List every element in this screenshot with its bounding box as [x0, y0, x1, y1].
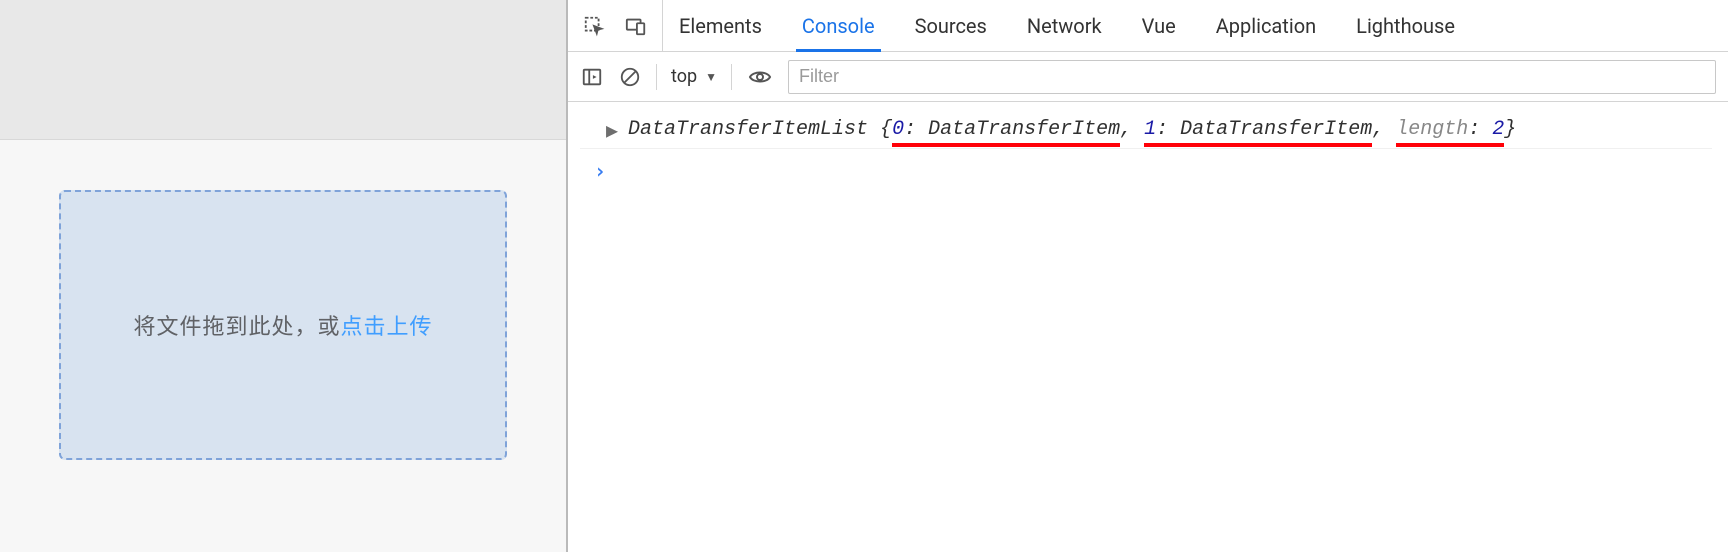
upload-text-before: 将文件拖到此处，或 [133, 315, 340, 340]
console-log-row[interactable]: ▶ DataTransferItemList {0: DataTransferI… [580, 112, 1712, 149]
upload-dropzone[interactable]: 将文件拖到此处，或点击上传 [59, 190, 507, 460]
inspect-element-icon[interactable] [582, 14, 606, 38]
context-selector[interactable]: top ▼ [671, 66, 717, 87]
tab-application[interactable]: Application [1216, 0, 1316, 51]
chevron-down-icon: ▼ [705, 70, 717, 84]
tab-sources[interactable]: Sources [915, 0, 987, 51]
devtools-pane: Elements Console Sources Network Vue App… [568, 0, 1728, 552]
expand-arrow-icon[interactable]: ▶ [606, 118, 620, 144]
devtools-tabs-icons [568, 0, 663, 51]
live-expression-icon[interactable] [746, 63, 774, 91]
console-prompt[interactable]: › [580, 149, 1712, 183]
tab-console[interactable]: Console [802, 0, 875, 51]
context-selector-label: top [671, 66, 697, 87]
toggle-console-sidebar-icon[interactable] [580, 65, 604, 89]
page-left-pane: 将文件拖到此处，或点击上传 [0, 0, 568, 552]
toolbar-separator [656, 64, 657, 90]
log-class-name: DataTransferItemList [628, 118, 868, 141]
log-entry-1: 1: DataTransferItem [1144, 118, 1372, 147]
log-entry-0: 0: DataTransferItem [892, 118, 1120, 147]
toolbar-separator [731, 64, 732, 90]
tab-network[interactable]: Network [1027, 0, 1102, 51]
console-toolbar: top ▼ [568, 52, 1728, 102]
console-body: ▶ DataTransferItemList {0: DataTransferI… [568, 102, 1728, 552]
devtools-tabs-row: Elements Console Sources Network Vue App… [568, 0, 1728, 52]
upload-text: 将文件拖到此处，或点击上传 [133, 309, 432, 341]
upload-area-wrap: 将文件拖到此处，或点击上传 [0, 140, 566, 460]
log-length: length: 2 [1396, 118, 1504, 147]
filter-input[interactable] [788, 60, 1716, 94]
tab-vue[interactable]: Vue [1142, 0, 1176, 51]
devtools-tabs: Elements Console Sources Network Vue App… [663, 0, 1455, 51]
tab-elements[interactable]: Elements [679, 0, 762, 51]
tab-lighthouse[interactable]: Lighthouse [1356, 0, 1455, 51]
clear-console-icon[interactable] [618, 65, 642, 89]
prompt-caret-icon: › [594, 159, 606, 183]
upload-link[interactable]: 点击上传 [341, 315, 433, 340]
device-toolbar-icon[interactable] [624, 14, 648, 38]
console-log-content: DataTransferItemList {0: DataTransferIte… [628, 118, 1516, 141]
page-left-header-blank [0, 0, 566, 140]
